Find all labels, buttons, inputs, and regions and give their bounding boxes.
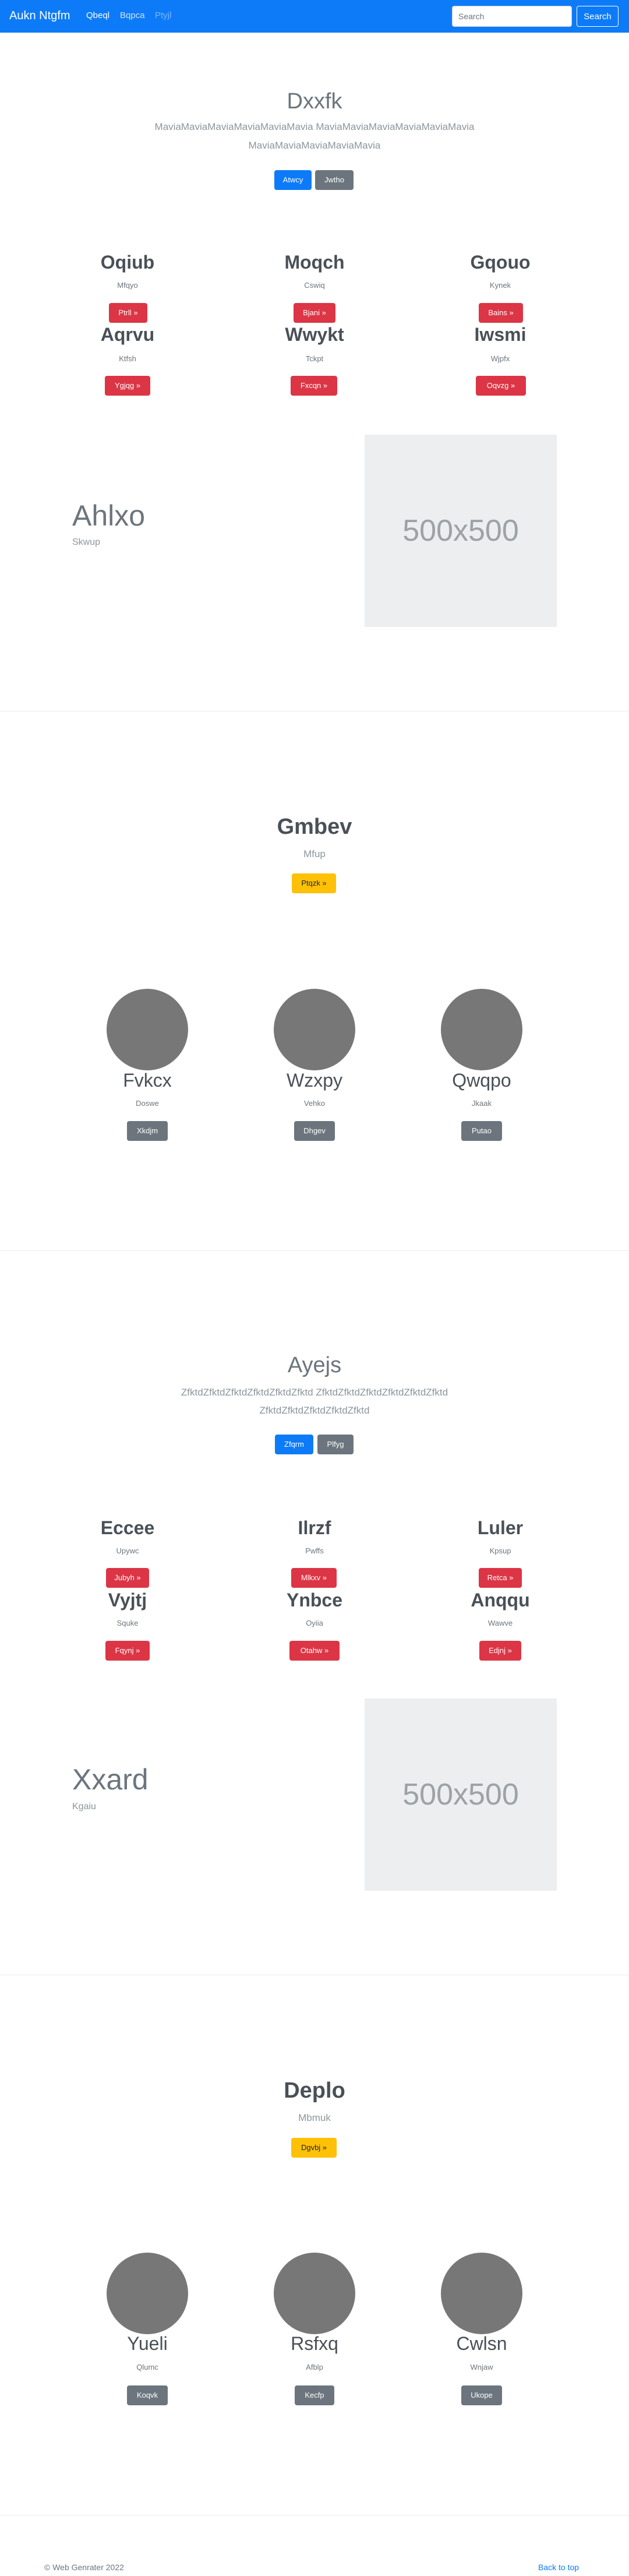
nav-link-3: Ptyjl	[155, 10, 172, 20]
feature-title: Wwykt	[285, 324, 344, 345]
feature-title: Gqouo	[470, 252, 531, 273]
search-input[interactable]	[452, 6, 572, 27]
profile-sub: Doswe	[136, 1099, 159, 1108]
feature-title: Anqqu	[471, 1590, 530, 1611]
section-button[interactable]: Dgvbj »	[291, 2138, 337, 2158]
avatar	[441, 989, 522, 1070]
media-sub: Skwup	[72, 537, 101, 547]
feature-sub: Squke	[116, 1619, 139, 1627]
feature-title: Ynbce	[286, 1590, 343, 1611]
feature-button[interactable]: Ygjqg »	[105, 376, 150, 396]
footer-copyright: © Web Genrater 2022	[44, 2563, 124, 2572]
feature-title: Eccee	[100, 1517, 155, 1538]
feature-button[interactable]: Otahw »	[289, 1641, 340, 1661]
feature-sub: Ktfsh	[119, 354, 136, 363]
feature-title: Aqrvu	[100, 324, 155, 345]
feature-button[interactable]: Retca »	[479, 1568, 522, 1588]
avatar	[274, 2253, 355, 2334]
profile-name: Cwlsn	[456, 2333, 507, 2354]
feature-button[interactable]: Bjani »	[294, 303, 335, 323]
profile-button[interactable]: Ukope	[461, 2385, 502, 2405]
hero-title: Dxxfk	[287, 89, 342, 114]
profile-sub: Qlumc	[136, 2363, 158, 2371]
feature-title: Moqch	[284, 252, 345, 273]
feature-sub: Pwffs	[305, 1546, 324, 1555]
hero-text-line1: ZfktdZfktdZfktdZfktdZfktdZfktd ZfktdZfkt…	[181, 1387, 448, 1398]
hero-title: Ayejs	[287, 1353, 342, 1377]
placeholder-image: 500x500	[365, 1698, 557, 1891]
feature-sub: Cswiq	[304, 281, 325, 290]
feature-sub: Wjpfx	[490, 354, 510, 363]
profile-name: Fvkcx	[123, 1070, 172, 1091]
feature-button[interactable]: Oqvzg »	[476, 376, 526, 396]
avatar	[274, 989, 355, 1070]
feature-button[interactable]: Mlkxv »	[291, 1568, 337, 1588]
navbar: Aukn Ntgfm Qbeql Bqpca Ptyjl Search	[0, 0, 629, 33]
hero-text-line2: MaviaMaviaMaviaMaviaMavia	[248, 140, 381, 151]
avatar	[107, 989, 188, 1070]
section-divider	[0, 1250, 629, 1251]
feature-button[interactable]: Ptrll »	[109, 303, 147, 323]
placeholder-image: 500x500	[365, 435, 557, 627]
feature-title: Oqiub	[100, 252, 155, 273]
profile-button[interactable]: Putao	[461, 1121, 502, 1141]
profile-name: Yueli	[127, 2333, 168, 2354]
hero-secondary-button[interactable]: Plfyg	[317, 1435, 354, 1454]
hero-secondary-button[interactable]: Jwtho	[315, 170, 354, 190]
profile-button[interactable]: Koqvk	[127, 2385, 168, 2405]
avatar	[107, 2253, 188, 2334]
feature-button[interactable]: Jubyh »	[106, 1568, 149, 1588]
hero-primary-button[interactable]: Atwcy	[274, 170, 312, 190]
feature-title: Vyjtj	[108, 1590, 147, 1611]
profile-button[interactable]: Dhgev	[294, 1121, 335, 1141]
feature-sub: Mfqyo	[117, 281, 138, 290]
section-title: Gmbev	[277, 815, 352, 839]
profile-sub: Jkaak	[472, 1099, 492, 1108]
profile-sub: Afblp	[306, 2363, 323, 2371]
media-sub: Kgaiu	[72, 1802, 96, 1812]
feature-sub: Wawve	[487, 1619, 513, 1627]
feature-sub: Upywc	[116, 1546, 139, 1555]
feature-button[interactable]: Fxcqn »	[291, 376, 337, 396]
feature-button[interactable]: Bains »	[479, 303, 523, 323]
profile-name: Qwqpo	[452, 1070, 511, 1091]
search-button[interactable]: Search	[577, 6, 619, 27]
profile-sub: Wnjaw	[470, 2363, 493, 2371]
feature-sub: Tckpt	[305, 354, 324, 363]
feature-sub: Oyiia	[306, 1619, 323, 1627]
hero-primary-button[interactable]: Zfqrm	[275, 1435, 313, 1454]
navbar-brand[interactable]: Aukn Ntgfm	[9, 9, 70, 23]
feature-title: Ilrzf	[298, 1517, 331, 1538]
profile-button[interactable]: Kecfp	[295, 2385, 334, 2405]
feature-title: Iwsmi	[474, 324, 526, 345]
hero-text-line2: ZfktdZfktdZfktdZfktdZfktd	[259, 1405, 370, 1416]
avatar	[441, 2253, 522, 2334]
feature-title: Luler	[477, 1517, 524, 1538]
media-title: Ahlxo	[72, 499, 146, 532]
feature-sub: Kynek	[489, 281, 511, 290]
profile-button[interactable]: Xkdjm	[127, 1121, 168, 1141]
section-sub: Mbmuk	[298, 2112, 331, 2123]
back-to-top-link[interactable]: Back to top	[538, 2563, 579, 2572]
media-title: Xxard	[72, 1763, 149, 1796]
nav-link-2[interactable]: Bqpca	[120, 10, 145, 20]
hero-text-line1: MaviaMaviaMaviaMaviaMaviaMavia MaviaMavi…	[154, 121, 475, 132]
feature-sub: Kpsup	[489, 1546, 511, 1555]
profile-sub: Vehko	[303, 1099, 326, 1108]
nav-link-1[interactable]: Qbeql	[86, 10, 109, 20]
profile-name: Rsfxq	[291, 2333, 338, 2354]
feature-button[interactable]: Edjnj »	[479, 1641, 521, 1661]
section-title: Deplo	[284, 2078, 345, 2103]
profile-name: Wzxpy	[287, 1070, 342, 1091]
section-button[interactable]: Ptqzk »	[292, 873, 336, 893]
section-sub: Mfup	[303, 848, 326, 859]
feature-button[interactable]: Fqynj »	[105, 1641, 150, 1661]
